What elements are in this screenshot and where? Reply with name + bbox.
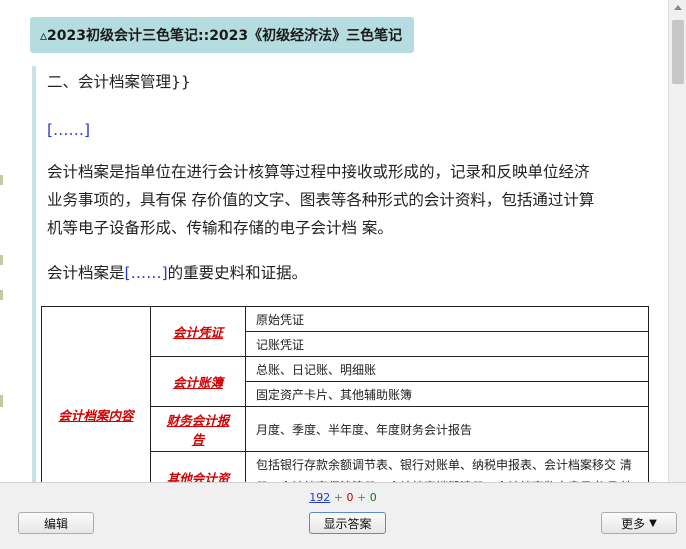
group-label: 财务会计报告 xyxy=(166,413,230,447)
sentence-cloze: [……] xyxy=(124,264,168,282)
chevron-down-icon: ▼ xyxy=(649,517,657,529)
due-counts: 192 + 0 + 0 xyxy=(0,491,686,504)
left-edge xyxy=(0,0,10,549)
count-separator: + xyxy=(357,491,367,504)
review-window: ▵2023初级会计三色笔记::2023《初级经济法》三色笔记 二、会计档案管理}… xyxy=(0,0,686,549)
group-cell: 会计账簿 xyxy=(150,356,246,407)
group-label: 其他会计资料 xyxy=(166,471,230,482)
edge-mark xyxy=(0,175,3,185)
more-label: 更多 xyxy=(621,516,646,531)
count-separator: + xyxy=(333,491,343,504)
item-cell: 包括银行存款余额调节表、银行对账单、纳税申报表、会计档案移交 清册、会计档案保管… xyxy=(245,451,649,482)
definition-line-1: 会计档案是指单位在进行会计核算等过程中接收或形成的，记录和反映单位经济 xyxy=(47,163,590,181)
table-row: 会计档案内容 会计凭证 原始凭证 xyxy=(41,306,649,482)
item-cell: 记账凭证 xyxy=(245,331,649,357)
more-button[interactable]: 更多 ▼ xyxy=(601,512,677,534)
item-cell: 月度、季度、半年度、年度财务会计报告 xyxy=(245,406,649,452)
edge-mark xyxy=(0,255,3,265)
root-cell: 会计档案内容 xyxy=(41,306,151,482)
root-label: 会计档案内容 xyxy=(58,408,134,423)
learning-count: 0 xyxy=(346,491,354,504)
show-answer-button[interactable]: 显示答案 xyxy=(309,512,386,534)
definition-line-3: 机等电子设备形成、传输和存储的电子会计档 案。 xyxy=(47,219,393,237)
item-cell: 固定资产卡片、其他辅助账簿 xyxy=(245,381,649,407)
card-heading: 二、会计档案管理}} xyxy=(47,73,191,91)
edge-mark xyxy=(0,290,3,300)
cloze-placeholder: [……] xyxy=(47,121,91,139)
group-cell: 财务会计报告 xyxy=(150,406,246,452)
scrollbar-thumb[interactable] xyxy=(672,20,684,84)
bottom-toolbar: 192 + 0 + 0 编辑 显示答案 更多 ▼ xyxy=(0,482,686,549)
card-content-area[interactable]: ▵2023初级会计三色笔记::2023《初级经济法》三色笔记 二、会计档案管理}… xyxy=(10,0,668,482)
purpose-sentence: 会计档案是[……]的重要史料和证据。 xyxy=(47,259,657,287)
group-label: 会计账簿 xyxy=(172,375,223,390)
archive-content-table: 会计档案内容 会计凭证 原始凭证 记账凭证 会计账簿 总账、日记账、明细账 固定… xyxy=(41,306,649,482)
group-cell: 其他会计资料 xyxy=(150,451,246,482)
sentence-suffix: 的重要史料和证据。 xyxy=(167,264,308,282)
vertical-scrollbar[interactable] xyxy=(668,0,686,482)
item-cell: 原始凭证 xyxy=(245,306,649,332)
group-cell: 会计凭证 xyxy=(150,306,246,357)
group-label: 会计凭证 xyxy=(172,325,223,340)
new-count: 192 xyxy=(309,491,331,504)
scroll-up-arrow-icon[interactable] xyxy=(674,5,682,10)
definition-line-2: 业务事项的，具有保 存价值的文字、图表等各种形式的会计资料，包括通过计算 xyxy=(47,191,595,209)
deck-title: ▵2023初级会计三色笔记::2023《初级经济法》三色笔记 xyxy=(30,17,415,53)
card-body: 二、会计档案管理}} [……] 会计档案是指单位在进行会计核算等过程中接收或形成… xyxy=(32,66,662,482)
edge-mark xyxy=(0,395,3,407)
item-cell: 总账、日记账、明细账 xyxy=(245,356,649,382)
review-count: 0 xyxy=(369,491,377,504)
edit-button[interactable]: 编辑 xyxy=(18,512,94,534)
sentence-prefix: 会计档案是 xyxy=(47,264,125,282)
